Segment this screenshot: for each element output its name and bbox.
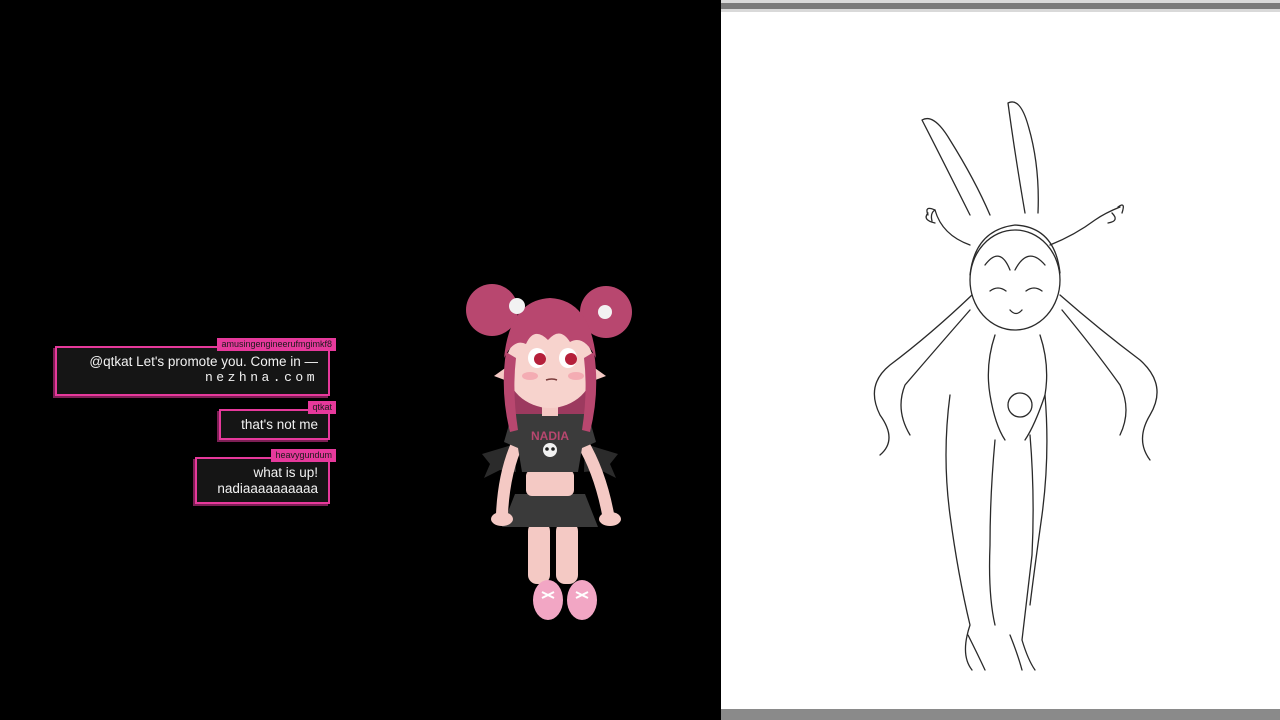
feet-sketch — [967, 634, 1023, 671]
arm-right-sketch — [1049, 206, 1121, 246]
chat-message-text: @qtkat Let's promote you. Come in — — [89, 354, 318, 369]
canvas-top-bar — [721, 0, 1280, 12]
skull-icon — [543, 443, 557, 457]
leg-right — [556, 522, 578, 584]
skull-clip-left-icon — [509, 298, 525, 314]
chat-username: amusingengineerufmgimkf8 — [217, 338, 336, 351]
chat-bubble: @qtkat Let's promote you. Come in — nezh… — [55, 346, 330, 396]
chat-username: qtkat — [308, 401, 336, 414]
torso-sketch — [987, 334, 1048, 441]
chat-message-link[interactable]: nezhna.com — [67, 370, 318, 386]
chat-message: what is up! nadiaaaaaaaaaa heavygundum — [195, 449, 336, 504]
hand-right-sketch — [1107, 204, 1124, 224]
chat-username: heavygundum — [271, 449, 336, 462]
shoe-right — [567, 580, 597, 620]
leg-left-inner-sketch — [988, 439, 996, 626]
bangs-sketch — [969, 224, 1061, 276]
blush-left — [522, 372, 538, 380]
leg-left — [528, 522, 550, 584]
hair-right-sketch — [1059, 294, 1158, 461]
stream-overlay: @qtkat Let's promote you. Come in — nezh… — [0, 0, 721, 720]
hair-left-sketch — [873, 294, 973, 456]
leg-right-sketch — [1021, 434, 1036, 671]
bunny-ear-left — [921, 117, 991, 216]
skull-clip-right-icon — [598, 305, 612, 319]
chat-message-text: that's not me — [241, 417, 318, 432]
midriff — [526, 470, 574, 496]
bunny-ear-right — [1007, 101, 1039, 214]
bunny-tail-sketch — [1007, 392, 1033, 418]
chat-message: that's not me qtkat — [219, 401, 336, 440]
eyes-sketch — [989, 287, 1043, 292]
chat-message-text: what is up! nadiaaaaaaaaaa — [217, 465, 318, 496]
character-sketch — [873, 101, 1158, 671]
arm-left-sketch — [930, 209, 971, 246]
shoe-left — [533, 580, 563, 620]
head-sketch — [969, 229, 1061, 331]
canvas-bottom-bar — [721, 709, 1280, 720]
iris-left — [534, 353, 546, 365]
chat-message: @qtkat Let's promote you. Come in — nezh… — [55, 338, 336, 396]
shirt-print-text: NADIA — [531, 429, 569, 443]
chat-bubble: what is up! nadiaaaaaaaaaa — [195, 457, 330, 504]
leg-left-sketch — [945, 394, 973, 671]
blush-right — [568, 372, 584, 380]
skirt — [502, 494, 598, 527]
vtuber-avatar: NADIA — [466, 284, 632, 620]
mouth-sketch — [1009, 309, 1023, 315]
iris-right — [565, 353, 577, 365]
